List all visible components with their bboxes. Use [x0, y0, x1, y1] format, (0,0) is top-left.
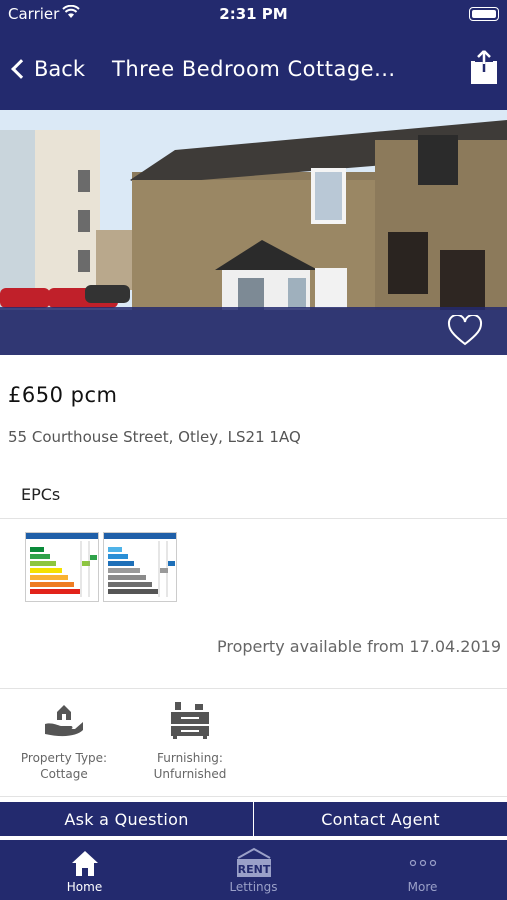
- furniture-icon: [135, 700, 245, 744]
- tab-lettings-label: Lettings: [229, 880, 278, 894]
- action-bar: Ask a Question Contact Agent: [0, 802, 507, 836]
- share-button[interactable]: [471, 50, 497, 84]
- favourite-button[interactable]: [447, 315, 483, 347]
- contact-agent-button[interactable]: Contact Agent: [254, 802, 507, 836]
- furnishing-value: Unfurnished: [153, 767, 227, 781]
- property-type-label: Property Type:: [20, 751, 108, 765]
- epc-section-title: EPCs: [21, 485, 61, 504]
- navigation-bar: Back Three Bedroom Cottage...: [0, 28, 507, 110]
- property-price: £650 pcm: [8, 383, 118, 407]
- battery-icon: [469, 7, 499, 21]
- tab-lettings[interactable]: RENT Lettings: [169, 840, 338, 900]
- tab-home-label: Home: [66, 880, 103, 894]
- divider: [0, 796, 507, 797]
- photo-overlay-bar: [0, 307, 507, 355]
- epc-chart-icon: [104, 533, 176, 597]
- back-label: Back: [34, 57, 85, 81]
- energy-efficiency-chart-thumbnail[interactable]: [25, 532, 99, 602]
- divider: [0, 688, 507, 689]
- property-photo[interactable]: [0, 110, 507, 355]
- svg-text:RENT: RENT: [237, 863, 270, 876]
- house-in-hand-icon: [9, 700, 119, 744]
- share-icon: [471, 50, 497, 84]
- environmental-impact-chart-thumbnail[interactable]: [103, 532, 177, 602]
- tab-more-label: More: [407, 880, 438, 894]
- ask-question-button[interactable]: Ask a Question: [0, 802, 253, 836]
- tab-more[interactable]: More: [338, 840, 507, 900]
- back-button[interactable]: Back: [8, 54, 85, 84]
- tab-home[interactable]: Home: [0, 840, 169, 900]
- tab-bar: Home RENT Lettings More: [0, 840, 507, 900]
- page-title: Three Bedroom Cottage...: [112, 57, 396, 81]
- heart-icon: [447, 315, 483, 346]
- divider: [0, 518, 507, 519]
- property-address: 55 Courthouse Street, Otley, LS21 1AQ: [8, 428, 301, 446]
- home-icon: [70, 846, 100, 880]
- more-dots-icon: [408, 846, 438, 880]
- property-type-value: Cottage: [40, 767, 88, 781]
- clock: 2:31 PM: [219, 5, 288, 23]
- rent-sign-icon: RENT: [234, 846, 274, 880]
- epc-chart-icon: [26, 533, 98, 597]
- furnishing-feature: Furnishing: Unfurnished: [135, 700, 245, 782]
- chevron-left-icon: [11, 59, 31, 79]
- availability-date: Property available from 17.04.2019: [216, 637, 501, 656]
- status-bar: Carrier 2:31 PM: [0, 0, 507, 28]
- furnishing-label: Furnishing:: [157, 751, 223, 765]
- property-type-feature: Property Type: Cottage: [9, 700, 119, 782]
